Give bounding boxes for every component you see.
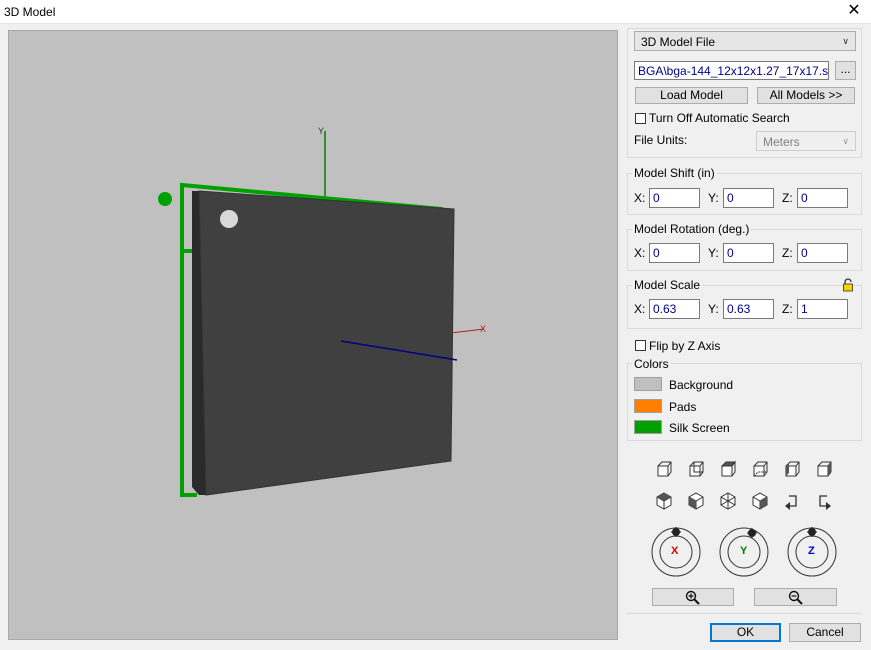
- view-bottom-icon[interactable]: [751, 460, 769, 478]
- rot-x-input[interactable]: 0: [649, 243, 700, 263]
- browse-button[interactable]: ...: [835, 61, 856, 80]
- zoom-out-icon: [788, 590, 803, 605]
- background-color-swatch[interactable]: [634, 377, 662, 391]
- colors-group: [627, 363, 862, 441]
- file-units-select: Meters ∨: [756, 131, 856, 151]
- rotate-left-icon[interactable]: [783, 492, 801, 510]
- shift-x-input[interactable]: 0: [649, 188, 700, 208]
- flip-z-checkbox[interactable]: [635, 340, 646, 351]
- y-dial-label: Y: [740, 545, 748, 557]
- zoom-in-button[interactable]: [652, 588, 734, 606]
- rotate-right-icon[interactable]: [815, 492, 833, 510]
- 3d-scene: Y X: [158, 126, 486, 497]
- scale-x-input[interactable]: 0.63: [649, 299, 700, 319]
- shift-z-input[interactable]: 0: [797, 188, 848, 208]
- pads-color-swatch[interactable]: [634, 399, 662, 413]
- x-axis-label: X: [480, 324, 486, 334]
- pads-color-label: Pads: [669, 400, 697, 414]
- view-front-icon[interactable]: [655, 460, 673, 478]
- colors-title: Colors: [632, 357, 671, 371]
- cancel-button[interactable]: Cancel: [789, 623, 861, 642]
- lock-icon[interactable]: [842, 278, 854, 295]
- pin1-dot: [220, 210, 238, 228]
- file-units-label: File Units:: [634, 133, 688, 147]
- shift-y-label: Y:: [708, 191, 719, 205]
- view-iso-1-icon[interactable]: [655, 492, 673, 510]
- silk-color-swatch[interactable]: [634, 420, 662, 434]
- model-path-input[interactable]: BGA\bga-144_12x12x1.27_17x17.step: [634, 61, 829, 80]
- model-rotation-title: Model Rotation (deg.): [632, 222, 752, 236]
- chip-top-face: [198, 190, 455, 496]
- all-models-button[interactable]: All Models >>: [757, 87, 855, 104]
- view-left-icon[interactable]: [783, 460, 801, 478]
- footer-separator: [627, 613, 862, 614]
- pin1-silk-marker: [158, 192, 172, 206]
- window-title: 3D Model: [4, 5, 56, 19]
- model-type-value: 3D Model File: [641, 35, 716, 49]
- file-units-value: Meters: [763, 135, 800, 149]
- background-color-label: Background: [669, 378, 734, 392]
- shift-x-label: X:: [634, 191, 646, 205]
- rot-y-input[interactable]: 0: [723, 243, 774, 263]
- scale-z-input[interactable]: 1: [797, 299, 848, 319]
- scale-z-label: Z:: [782, 302, 793, 316]
- rot-y-label: Y:: [708, 246, 719, 260]
- scale-y-label: Y:: [708, 302, 719, 316]
- z-dial-label: Z: [808, 545, 815, 557]
- silk-color-label: Silk Screen: [669, 421, 730, 435]
- model-shift-title: Model Shift (in): [632, 166, 717, 180]
- chevron-down-icon: ∨: [842, 36, 849, 46]
- auto-search-checkbox[interactable]: [635, 113, 646, 124]
- ok-button[interactable]: OK: [710, 623, 781, 642]
- chevron-down-icon: ∨: [842, 136, 849, 146]
- view-iso-4-icon[interactable]: [751, 492, 769, 510]
- scale-x-label: X:: [634, 302, 646, 316]
- x-dial-label: X: [671, 545, 679, 557]
- view-back-icon[interactable]: [687, 460, 705, 478]
- shift-y-input[interactable]: 0: [723, 188, 774, 208]
- zoom-in-icon: [685, 590, 700, 605]
- load-model-button[interactable]: Load Model: [635, 87, 748, 104]
- view-iso-2-icon[interactable]: [687, 492, 705, 510]
- rot-z-input[interactable]: 0: [797, 243, 848, 263]
- model-scale-title: Model Scale: [632, 278, 703, 292]
- zoom-out-button[interactable]: [754, 588, 837, 606]
- flip-z-label: Flip by Z Axis: [649, 339, 721, 353]
- title-bar: 3D Model ✕: [0, 0, 871, 24]
- scale-y-input[interactable]: 0.63: [723, 299, 774, 319]
- rot-z-label: Z:: [782, 246, 793, 260]
- view-right-icon[interactable]: [815, 460, 833, 478]
- model-type-select[interactable]: 3D Model File ∨: [634, 31, 856, 51]
- rot-x-label: X:: [634, 246, 646, 260]
- 3d-viewport[interactable]: Y X: [8, 30, 618, 640]
- auto-search-label: Turn Off Automatic Search: [649, 111, 790, 125]
- shift-z-label: Z:: [782, 191, 793, 205]
- close-icon[interactable]: ✕: [845, 2, 863, 20]
- view-iso-3-icon[interactable]: [719, 492, 737, 510]
- view-top-icon[interactable]: [719, 460, 737, 478]
- y-axis-label: Y: [318, 126, 324, 136]
